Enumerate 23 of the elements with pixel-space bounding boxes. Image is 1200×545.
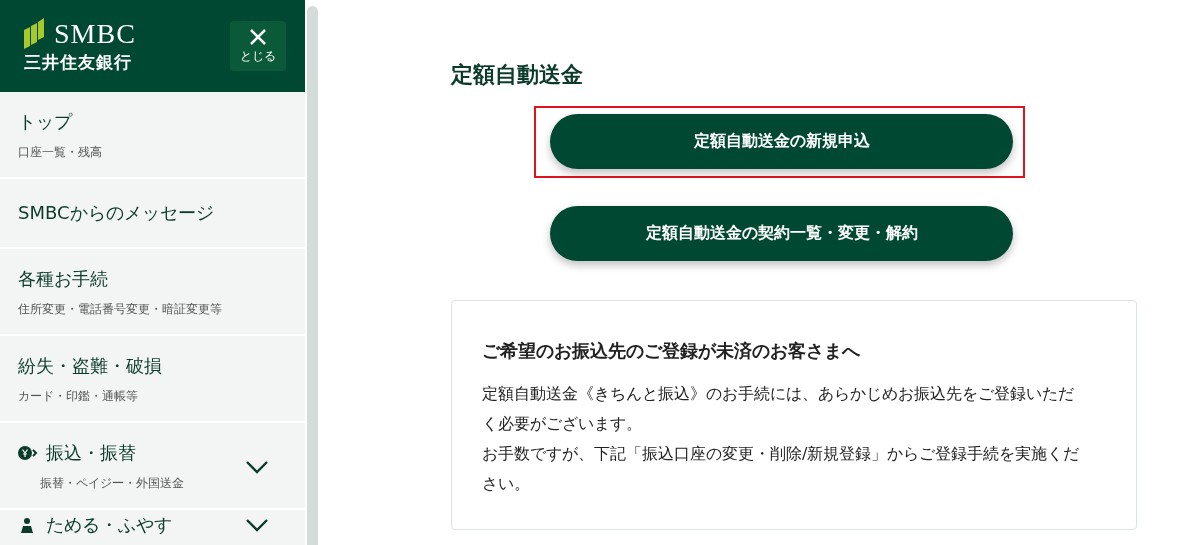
notice-text: 定額自動送金《きちんと振込》のお手続には、あらかじめお振込先をご登録いただく必要がございます。 <box>482 383 1075 435</box>
notice-text: お手数ですが、下記「振込口座の変更・削除/新規登録」からご登録手続を実施ください。 <box>482 443 1080 495</box>
action-button[interactable]: 定額自動送金の新規申込 <box>550 114 1013 169</box>
action-button[interactable]: 定額自動送金の契約一覧・変更・解約 <box>550 206 1013 261</box>
notice-heading: ご希望のお振込先のご登録が未済のお客さまへ <box>482 339 861 363</box>
page-title: 定額自動送金 <box>451 61 584 89</box>
menu-caption: カード・印鑑・通帳等 <box>18 388 139 405</box>
coin-icon <box>18 445 38 461</box>
menu-caption: 口座一覧・残高 <box>18 144 102 161</box>
close-icon <box>249 27 267 46</box>
logo-mark-icon <box>24 18 44 49</box>
menu-caption: 住所変更・電話番号変更・暗証変更等 <box>18 301 222 318</box>
menu-label[interactable]: 振込・振替 <box>46 441 136 465</box>
menu-label[interactable]: 各種お手続 <box>18 267 108 291</box>
logo-text: SMBC <box>54 19 136 48</box>
menu-label[interactable]: トップ <box>18 110 72 134</box>
menu-label[interactable]: ためる・ふやす <box>46 513 172 537</box>
bank-name: 三井住友銀行 <box>24 51 133 74</box>
menu-caption: 振替・ペイジー・外国送金 <box>39 475 184 492</box>
scrollbar-thumb[interactable] <box>307 6 318 545</box>
close-button[interactable]: とじる <box>230 21 286 71</box>
menu-label[interactable]: SMBCからのメッセージ <box>18 201 214 225</box>
menu-label[interactable]: 紛失・盗難・破損 <box>18 354 162 378</box>
